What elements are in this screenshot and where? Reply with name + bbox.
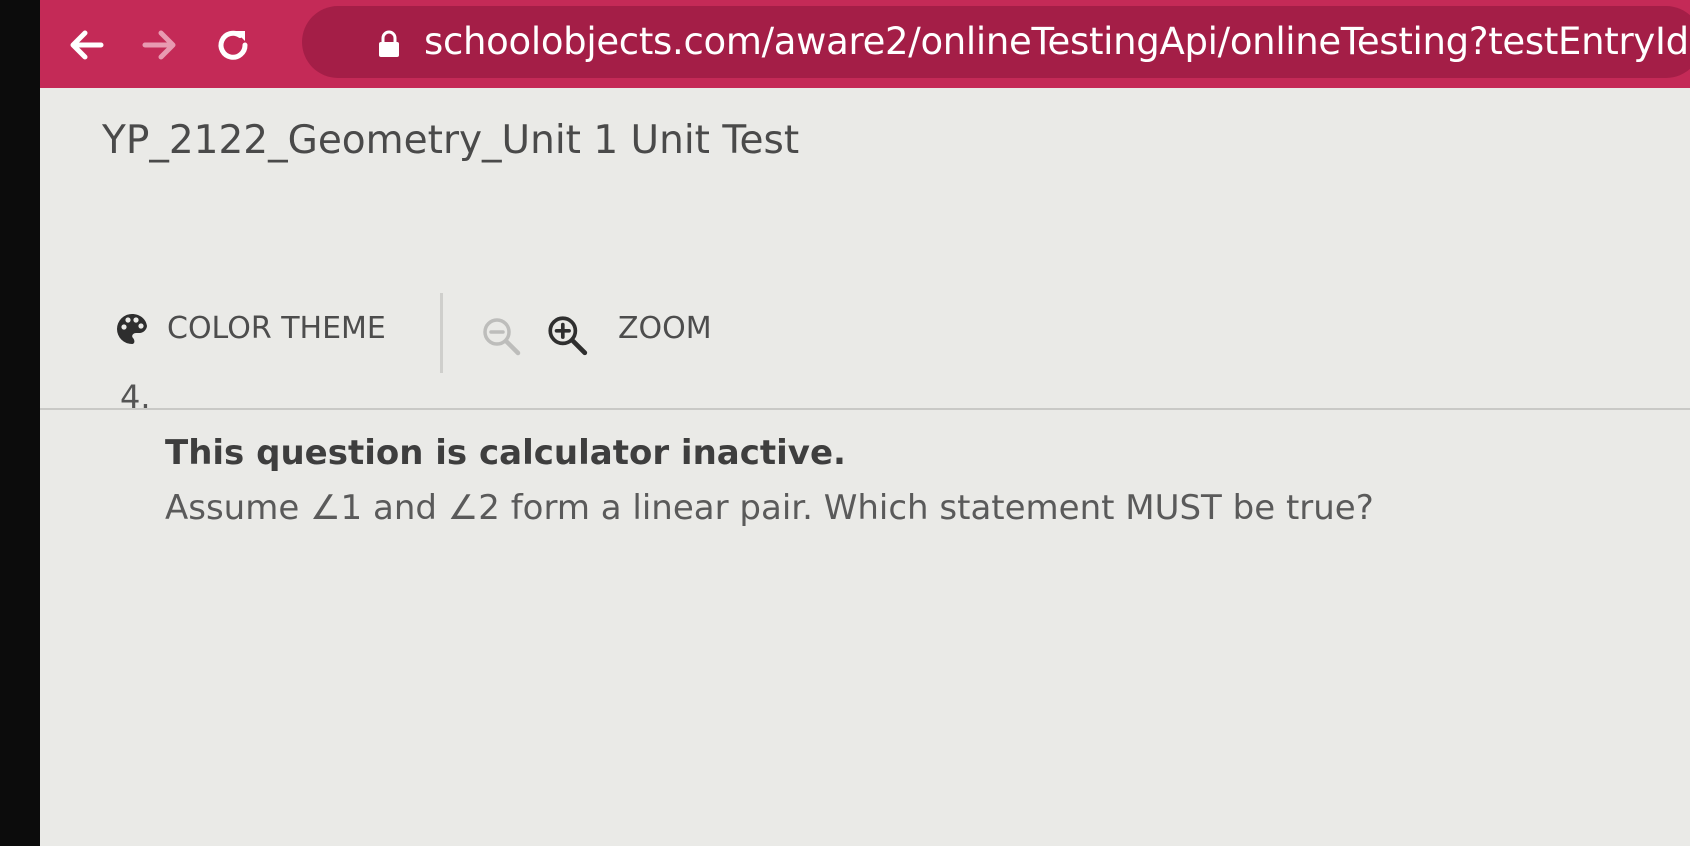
reload-button[interactable] bbox=[206, 18, 260, 72]
arrow-right-icon bbox=[142, 30, 176, 60]
url-text[interactable]: schoolobjects.com/aware2/onlineTestingAp… bbox=[424, 20, 1690, 63]
question-instruction: This question is calculator inactive. bbox=[165, 433, 846, 473]
browser-toolbar: schoolobjects.com/aware2/onlineTestingAp… bbox=[40, 0, 1690, 88]
arrow-left-icon bbox=[70, 30, 104, 60]
question-text: Assume ∠1 and ∠2 form a linear pair. Whi… bbox=[165, 488, 1374, 528]
toolbar-divider bbox=[440, 293, 443, 373]
zoom-in-icon[interactable] bbox=[545, 313, 589, 357]
zoom-out-icon[interactable] bbox=[480, 315, 522, 357]
color-theme-button[interactable]: COLOR THEME bbox=[115, 311, 386, 346]
test-page: YP_2122_Geometry_Unit 1 Unit Test COLOR … bbox=[40, 88, 1690, 846]
palette-icon bbox=[117, 313, 147, 344]
test-toolbar: COLOR THEME ZOOM bbox=[40, 193, 1690, 410]
question-number: 4. bbox=[120, 378, 151, 416]
browser-window: schoolobjects.com/aware2/onlineTestingAp… bbox=[40, 0, 1690, 846]
reload-icon bbox=[218, 30, 248, 60]
lock-icon bbox=[379, 30, 399, 57]
color-theme-label: COLOR THEME bbox=[167, 311, 386, 346]
zoom-label: ZOOM bbox=[618, 311, 712, 346]
zoom-control: ZOOM bbox=[618, 311, 712, 346]
test-title: YP_2122_Geometry_Unit 1 Unit Test bbox=[102, 118, 800, 163]
forward-button[interactable] bbox=[132, 18, 186, 72]
back-button[interactable] bbox=[60, 18, 114, 72]
